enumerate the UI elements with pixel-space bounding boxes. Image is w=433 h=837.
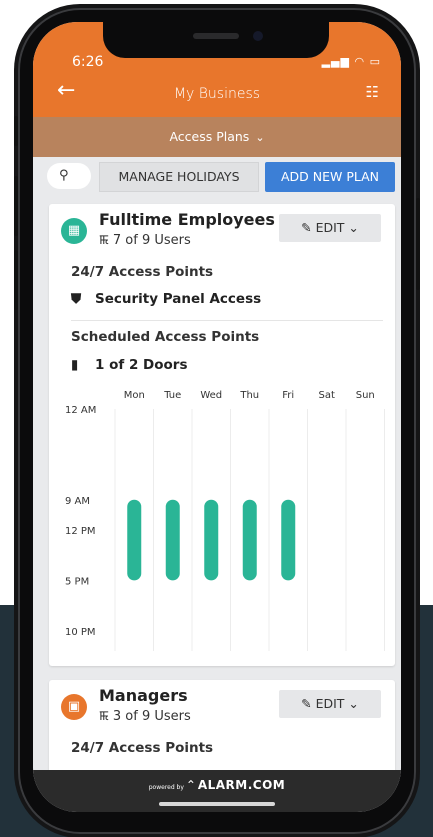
speaker bbox=[193, 33, 239, 39]
schedule-bar bbox=[242, 499, 257, 581]
schedule-bar bbox=[127, 499, 142, 581]
day-label: Mon bbox=[124, 390, 145, 401]
access-plans-selector[interactable]: Access Plans ⌄ bbox=[33, 117, 401, 157]
chevron-down-icon: ⌄ bbox=[348, 220, 359, 235]
plan-users: ꯃ 3 of 9 Users bbox=[99, 709, 191, 724]
search-button[interactable]: ⚲ bbox=[47, 163, 91, 189]
page-title: My Business bbox=[173, 86, 261, 102]
home-indicator bbox=[159, 802, 275, 806]
plan-users: ꯃ 7 of 9 Users bbox=[99, 233, 191, 248]
search-icon: ⚲ bbox=[59, 168, 69, 183]
time-label: 5 PM bbox=[65, 576, 89, 587]
shield-icon: ⛊ bbox=[71, 291, 82, 307]
add-new-plan-button[interactable]: ADD NEW PLAN bbox=[265, 162, 395, 192]
chevron-down-icon: ⌄ bbox=[348, 696, 359, 711]
plan-name: Fulltime Employees bbox=[99, 210, 275, 229]
manage-holidays-button[interactable]: MANAGE HOLIDAYS bbox=[99, 162, 259, 192]
power-button bbox=[416, 198, 420, 290]
storefront-icon: ▦ bbox=[61, 218, 87, 244]
powered-by-logo: powered by ⌃ ALARM.COM bbox=[148, 778, 286, 792]
access-plans-label: Access Plans bbox=[169, 129, 250, 144]
day-label: Wed bbox=[200, 390, 222, 401]
status-time: 6:26 bbox=[72, 54, 104, 70]
users-icon: ꯃ bbox=[99, 709, 113, 724]
mute-switch bbox=[14, 116, 18, 146]
door-icon: ▮ bbox=[71, 357, 79, 373]
notch bbox=[103, 22, 329, 58]
volume-down-button bbox=[14, 250, 18, 310]
camera bbox=[253, 31, 263, 41]
time-label: 9 AM bbox=[65, 496, 90, 507]
day-label: Sat bbox=[319, 390, 335, 401]
section-scheduled-heading: Scheduled Access Points bbox=[71, 329, 260, 345]
section-247-heading: 24/7 Access Points bbox=[71, 264, 214, 280]
app-screen: 6:26 ▂▄▆ ◠ ▭ ← My Business ☷ Access Plan… bbox=[33, 22, 401, 812]
users-icon: ꯃ bbox=[99, 233, 113, 248]
footer: powered by ⌃ ALARM.COM bbox=[33, 770, 401, 812]
wifi-icon: ◠ bbox=[354, 55, 366, 68]
day-label: Tue bbox=[163, 390, 181, 401]
edit-button[interactable]: ✎ EDIT ⌄ bbox=[279, 214, 381, 242]
volume-up-button bbox=[14, 176, 18, 236]
day-label: Sun bbox=[356, 390, 375, 401]
time-label: 12 AM bbox=[65, 405, 96, 416]
time-label: 12 PM bbox=[65, 526, 96, 537]
section-247-heading: 24/7 Access Points bbox=[71, 740, 214, 756]
plan-name: Managers bbox=[99, 686, 188, 705]
day-label: Fri bbox=[282, 390, 294, 401]
day-label: Thu bbox=[239, 390, 259, 401]
schedule-bar bbox=[281, 499, 296, 581]
signal-icon: ▂▄▆ bbox=[321, 55, 350, 68]
status-icons: ▂▄▆ ◠ ▭ bbox=[322, 55, 381, 68]
schedule-bar bbox=[204, 499, 219, 581]
battery-icon: ▭ bbox=[369, 55, 381, 68]
time-label: 10 PM bbox=[65, 627, 96, 638]
divider bbox=[71, 320, 383, 321]
schedule-bar bbox=[165, 499, 180, 581]
chevron-down-icon: ⌄ bbox=[255, 131, 265, 144]
plan-card-fulltime: ▦ Fulltime Employees ꯃ 7 of 9 Users ✎ ED… bbox=[49, 204, 395, 666]
schedule-chart: Mon Tue Wed Thu Fri Sat Sun 12 AM 9 AM 12 PM 5 PM 1… bbox=[65, 390, 385, 651]
toolbar: ⚲ MANAGE HOLIDAYS ADD NEW PLAN bbox=[33, 157, 401, 197]
doors-item: ▮ 1 of 2 Doors bbox=[71, 357, 188, 373]
edit-button[interactable]: ✎ EDIT ⌄ bbox=[279, 690, 381, 718]
badge-icon: ▣ bbox=[61, 694, 87, 720]
task-check-icon[interactable]: ☷ bbox=[366, 83, 379, 101]
security-panel-item: ⛊ Security Panel Access bbox=[71, 291, 262, 307]
alarm-logo-icon: ⌃ bbox=[185, 778, 196, 792]
